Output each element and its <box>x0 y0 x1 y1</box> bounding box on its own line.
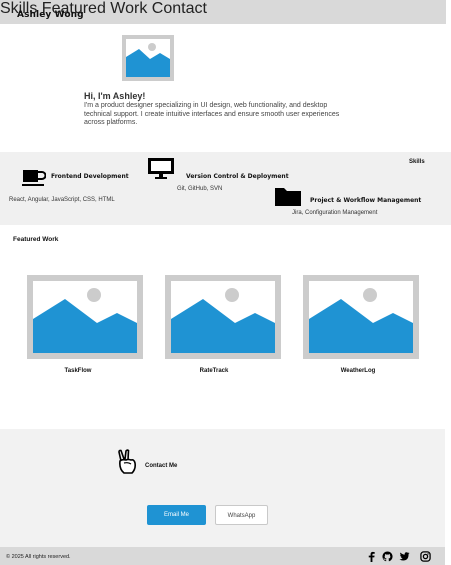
skill-name-project-management: Project & Workflow Management <box>310 197 422 204</box>
twitter-icon[interactable] <box>399 551 410 562</box>
contact-section: Contact Me Email Me WhatsApp <box>0 429 445 547</box>
skill-tech-frontend: React, Angular, JavaScript, CSS, HTML <box>9 197 115 203</box>
coffee-cup-icon <box>22 170 46 186</box>
peace-hand-icon <box>118 449 136 474</box>
email-me-button[interactable]: Email Me <box>147 505 206 525</box>
whatsapp-button[interactable]: WhatsApp <box>215 505 268 525</box>
project-ratetrack-image-placeholder-icon[interactable] <box>165 275 281 359</box>
instagram-icon[interactable] <box>420 551 431 562</box>
skill-tech-version-control: Git, GitHub, SVN <box>177 186 223 192</box>
profile-image-placeholder-icon <box>122 35 174 81</box>
project-name-taskflow[interactable]: TaskFlow <box>20 368 136 374</box>
brand-name[interactable]: Ashley Wong <box>17 10 84 20</box>
site-header: Ashley Wong Skills Featured Work Contact <box>0 0 446 24</box>
project-weatherlog-image-placeholder-icon[interactable] <box>303 275 419 359</box>
site-footer: © 2025 All rights reserved. <box>0 547 445 565</box>
nav-contact[interactable]: Contact <box>152 0 207 17</box>
skill-name-frontend: Frontend Development <box>51 173 129 180</box>
featured-work-heading: Featured Work <box>13 236 59 243</box>
facebook-icon[interactable] <box>366 551 377 562</box>
hero-title: Hi, I'm Ashley! <box>84 91 146 101</box>
project-name-ratetrack[interactable]: RateTrack <box>156 368 272 374</box>
hero-description: I'm a product designer specializing in U… <box>84 102 340 127</box>
github-icon[interactable] <box>382 551 393 562</box>
skills-section: Skills Frontend Development React, Angul… <box>0 152 451 225</box>
project-taskflow-image-placeholder-icon[interactable] <box>27 275 143 359</box>
skills-heading: Skills <box>409 159 425 165</box>
project-name-weatherlog[interactable]: WeatherLog <box>300 368 416 374</box>
folder-icon <box>275 188 301 206</box>
copyright-text: © 2025 All rights reserved. <box>6 554 71 560</box>
monitor-icon <box>148 158 174 179</box>
skill-tech-project-management: Jira, Configuration Management <box>292 210 378 216</box>
contact-heading: Contact Me <box>145 463 178 469</box>
skill-name-version-control: Version Control & Deployment <box>186 173 289 180</box>
